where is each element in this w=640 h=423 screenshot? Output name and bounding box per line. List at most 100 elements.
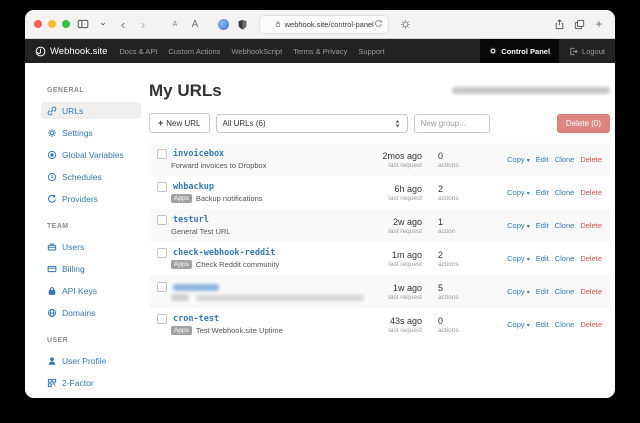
- last-request-time: 1m ago: [364, 250, 422, 260]
- sidebar-item-label: 2-Factor: [62, 378, 94, 388]
- navbar-link-docs-api[interactable]: Docs & API: [119, 47, 157, 56]
- copy-link[interactable]: Copy ▾: [507, 287, 530, 296]
- row-checkbox[interactable]: [157, 282, 167, 292]
- actions-count-label: actions: [438, 195, 482, 202]
- account-info-redacted: [452, 87, 610, 94]
- sidebar: GENERAL URLs Settings Global Variables S…: [25, 63, 143, 398]
- sidebar-section: GENERAL URLs Settings Global Variables S…: [47, 87, 143, 207]
- copy-link[interactable]: Copy ▾: [507, 221, 530, 230]
- row-checkbox[interactable]: [157, 215, 167, 225]
- new-tab-icon[interactable]: +: [592, 15, 606, 33]
- caret-down-icon: ▾: [527, 290, 530, 296]
- navbar-link-terms-privacy[interactable]: Terms & Privacy: [293, 47, 347, 56]
- actions-count: 0: [438, 151, 482, 161]
- apps-badge: Apps: [171, 260, 192, 270]
- url-name-link[interactable]: invoicebox: [173, 149, 224, 159]
- clone-link[interactable]: Clone: [555, 287, 575, 296]
- plus-icon: +: [158, 118, 163, 128]
- url-name-link[interactable]: whbackup: [173, 182, 214, 192]
- url-name-link[interactable]: check-webhook-reddit: [173, 248, 275, 258]
- row-checkbox[interactable]: [157, 248, 167, 258]
- minimize-window-button[interactable]: [48, 20, 56, 28]
- edit-link[interactable]: Edit: [536, 254, 549, 263]
- tab-overview-icon[interactable]: [572, 15, 586, 33]
- delete-link[interactable]: Delete: [580, 188, 602, 197]
- clone-link[interactable]: Clone: [555, 221, 575, 230]
- sidebar-item-settings[interactable]: Settings: [41, 124, 141, 141]
- sidebar-item-user-profile[interactable]: User Profile: [41, 352, 141, 369]
- delete-link[interactable]: Delete: [580, 320, 602, 329]
- copy-link[interactable]: Copy ▾: [507, 155, 530, 164]
- last-request-label: last request: [364, 327, 422, 334]
- delete-link[interactable]: Delete: [580, 287, 602, 296]
- new-group-input[interactable]: [414, 114, 490, 133]
- delete-link[interactable]: Delete: [580, 155, 602, 164]
- decrease-text-size-button[interactable]: A: [168, 15, 182, 33]
- logout-button[interactable]: Logout: [559, 39, 615, 63]
- url-filter-select[interactable]: All URLs (6): [216, 114, 408, 133]
- edit-link[interactable]: Edit: [536, 188, 549, 197]
- url-name-link[interactable]: testurl: [173, 215, 209, 225]
- copy-link[interactable]: Copy ▾: [507, 188, 530, 197]
- refresh-icon: [47, 194, 57, 204]
- navbar-link-support[interactable]: Support: [358, 47, 384, 56]
- sidebar-item-schedules[interactable]: Schedules: [41, 168, 141, 185]
- reload-icon[interactable]: [374, 19, 383, 28]
- copy-link[interactable]: Copy ▾: [507, 320, 530, 329]
- address-bar[interactable]: webhook.site/control-panel: [259, 15, 389, 34]
- gear-icon: [47, 128, 57, 138]
- copy-link[interactable]: Copy ▾: [507, 254, 530, 263]
- edit-link[interactable]: Edit: [536, 287, 549, 296]
- row-checkbox[interactable]: [157, 314, 167, 324]
- sidebar-toggle-icon[interactable]: [76, 15, 90, 33]
- brand[interactable]: Webhook.site: [35, 46, 107, 57]
- row-checkbox[interactable]: [157, 182, 167, 192]
- back-button[interactable]: ‹: [116, 15, 130, 33]
- actions-count: 0: [438, 316, 482, 326]
- edit-link[interactable]: Edit: [536, 221, 549, 230]
- zoom-window-button[interactable]: [62, 20, 70, 28]
- sidebar-section-header: GENERAL: [47, 87, 143, 94]
- sidebar-item-global-variables[interactable]: Global Variables: [41, 146, 141, 163]
- sidebar-item-billing[interactable]: Billing: [41, 260, 141, 277]
- extension-icon[interactable]: [218, 19, 229, 30]
- settings-gear-icon[interactable]: [399, 15, 413, 33]
- clone-link[interactable]: Clone: [555, 155, 575, 164]
- delete-selected-button[interactable]: Delete (0): [557, 114, 610, 133]
- clone-link[interactable]: Clone: [555, 188, 575, 197]
- forward-button[interactable]: ›: [136, 15, 150, 33]
- last-request-label: last request: [364, 162, 422, 169]
- sidebar-item-users[interactable]: Users: [41, 238, 141, 255]
- delete-link[interactable]: Delete: [580, 254, 602, 263]
- shield-extension-icon[interactable]: [235, 15, 249, 33]
- table-row: whbackup Apps Backup notifications 6h ag…: [149, 176, 610, 209]
- sidebar-item-notifications[interactable]: Notifications: [41, 396, 141, 398]
- close-window-button[interactable]: [34, 20, 42, 28]
- actions-count-label: actions: [438, 162, 482, 169]
- clone-link[interactable]: Clone: [555, 320, 575, 329]
- chevron-down-icon[interactable]: [96, 15, 110, 33]
- share-icon[interactable]: [552, 15, 566, 33]
- caret-down-icon: ▾: [527, 323, 530, 329]
- clone-link[interactable]: Clone: [555, 254, 575, 263]
- page-title: My URLs: [149, 81, 222, 101]
- sidebar-item-urls[interactable]: URLs: [41, 102, 141, 119]
- target-icon: [47, 150, 57, 160]
- sidebar-item-domains[interactable]: Domains: [41, 304, 141, 321]
- sidebar-item-providers[interactable]: Providers: [41, 190, 141, 207]
- sidebar-item-api-keys[interactable]: API Keys: [41, 282, 141, 299]
- new-url-button[interactable]: + New URL: [149, 113, 210, 133]
- increase-text-size-button[interactable]: A: [188, 15, 202, 33]
- last-request-time: 43s ago: [364, 316, 422, 326]
- navbar-link-custom-actions[interactable]: Custom Actions: [168, 47, 220, 56]
- sidebar-item-label: User Profile: [62, 356, 106, 366]
- url-name-link[interactable]: cron-test: [173, 314, 219, 324]
- edit-link[interactable]: Edit: [536, 320, 549, 329]
- sidebar-item-2-factor[interactable]: 2-Factor: [41, 374, 141, 391]
- delete-link[interactable]: Delete: [580, 221, 602, 230]
- row-checkbox[interactable]: [157, 149, 167, 159]
- navbar-link-webhookscript[interactable]: WebhookScript: [231, 47, 282, 56]
- credit-card-icon: [47, 264, 57, 274]
- edit-link[interactable]: Edit: [536, 155, 549, 164]
- control-panel-button[interactable]: Control Panel: [480, 39, 559, 63]
